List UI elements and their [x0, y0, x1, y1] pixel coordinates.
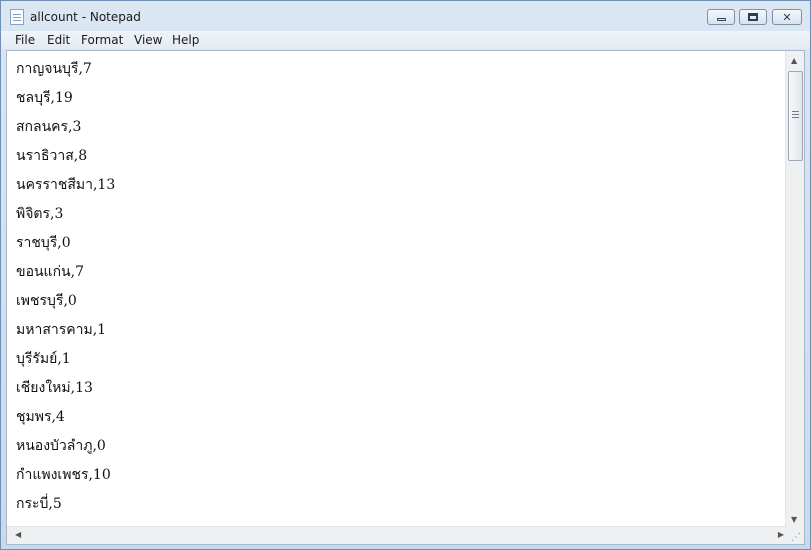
- scroll-up-icon[interactable]: ▲: [791, 56, 797, 65]
- notepad-window: allcount - Notepad ✕ File Edit Format Vi…: [0, 0, 811, 550]
- menu-format[interactable]: Format: [81, 33, 123, 47]
- text-line[interactable]: กาญจนบุรี,7: [16, 58, 92, 80]
- text-line[interactable]: มหาสารคาม,1: [16, 319, 106, 341]
- vertical-scrollbar[interactable]: ▲ ▼: [785, 51, 804, 528]
- text-line[interactable]: นราธิวาส,8: [16, 145, 87, 167]
- text-line[interactable]: หนองบัวลำภู,0: [16, 435, 106, 457]
- text-line[interactable]: เพชรบุรี,0: [16, 290, 77, 312]
- text-line[interactable]: สกลนคร,3: [16, 116, 81, 138]
- window-title: allcount - Notepad: [30, 10, 141, 24]
- text-line[interactable]: ชลบุรี,19: [16, 87, 73, 109]
- scroll-right-icon[interactable]: ▶: [778, 530, 784, 539]
- scroll-down-icon[interactable]: ▼: [791, 515, 797, 524]
- menu-file[interactable]: File: [15, 33, 35, 47]
- resize-grip-icon[interactable]: [786, 527, 804, 544]
- thumb-grip-icon: [792, 111, 799, 112]
- menu-view[interactable]: View: [134, 33, 162, 47]
- maximize-icon: [748, 13, 758, 21]
- text-line[interactable]: ราชบุรี,0: [16, 232, 71, 254]
- menu-bar: File Edit Format View Help: [1, 31, 810, 49]
- text-line[interactable]: ชุมพร,4: [16, 406, 65, 428]
- text-line[interactable]: กำแพงเพชร,10: [16, 464, 111, 486]
- close-icon: ✕: [782, 11, 792, 24]
- menu-edit[interactable]: Edit: [47, 33, 70, 47]
- horizontal-scrollbar[interactable]: ◀ ▶: [7, 526, 787, 544]
- minimize-button[interactable]: [707, 9, 735, 25]
- text-line[interactable]: บุรีรัมย์,1: [16, 348, 71, 370]
- text-line[interactable]: พิจิตร,3: [16, 203, 63, 225]
- text-line[interactable]: นครราชสีมา,13: [16, 174, 115, 196]
- menu-help[interactable]: Help: [172, 33, 199, 47]
- text-line[interactable]: กระบี่,5: [16, 493, 62, 515]
- text-content[interactable]: กาญจนบุรี,7 ชลบุรี,19 สกลนคร,3 นราธิวาส,…: [7, 51, 787, 524]
- vertical-scroll-thumb[interactable]: [788, 71, 803, 161]
- minimize-icon: [716, 18, 726, 21]
- title-bar[interactable]: allcount - Notepad ✕: [1, 1, 810, 31]
- scroll-left-icon[interactable]: ◀: [15, 530, 21, 539]
- close-button[interactable]: ✕: [772, 9, 802, 25]
- text-line[interactable]: เชียงใหม่,13: [16, 377, 93, 399]
- text-editor[interactable]: กาญจนบุรี,7 ชลบุรี,19 สกลนคร,3 นราธิวาส,…: [6, 50, 805, 545]
- maximize-button[interactable]: [739, 9, 767, 25]
- notepad-icon[interactable]: [10, 9, 24, 25]
- text-line[interactable]: ขอนแก่น,7: [16, 261, 84, 283]
